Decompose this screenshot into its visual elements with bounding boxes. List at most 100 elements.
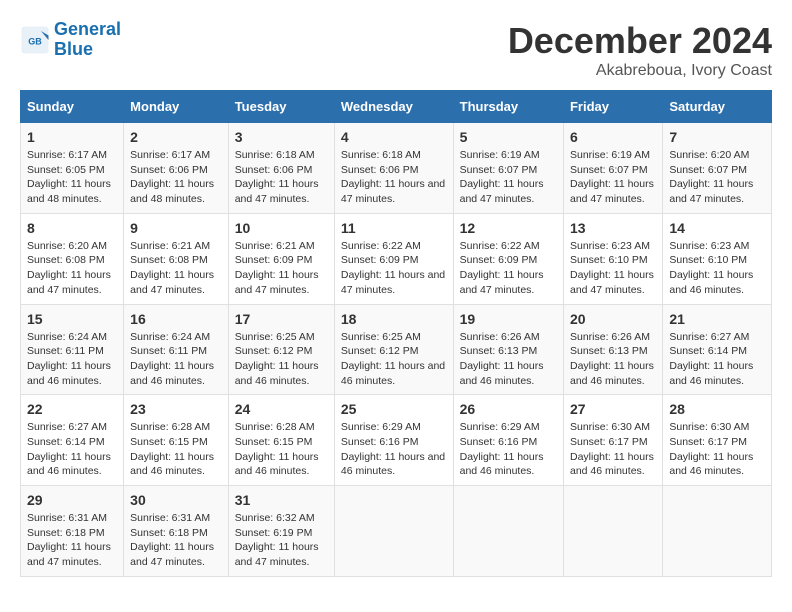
calendar-cell: 29 Sunrise: 6:31 AM Sunset: 6:18 PM Dayl… xyxy=(21,486,124,577)
day-number: 9 xyxy=(130,220,222,236)
day-info: Sunrise: 6:29 AM Sunset: 6:16 PM Dayligh… xyxy=(341,420,447,479)
day-number: 10 xyxy=(235,220,328,236)
day-number: 6 xyxy=(570,129,656,145)
day-info: Sunrise: 6:21 AM Sunset: 6:09 PM Dayligh… xyxy=(235,239,328,298)
day-info: Sunrise: 6:17 AM Sunset: 6:05 PM Dayligh… xyxy=(27,148,117,207)
day-info: Sunrise: 6:30 AM Sunset: 6:17 PM Dayligh… xyxy=(570,420,656,479)
calendar-cell: 11 Sunrise: 6:22 AM Sunset: 6:09 PM Dayl… xyxy=(334,213,453,304)
day-info: Sunrise: 6:19 AM Sunset: 6:07 PM Dayligh… xyxy=(570,148,656,207)
day-number: 3 xyxy=(235,129,328,145)
title-area: December 2024 Akabreboua, Ivory Coast xyxy=(508,20,772,80)
calendar-cell: 13 Sunrise: 6:23 AM Sunset: 6:10 PM Dayl… xyxy=(563,213,662,304)
calendar-cell: 3 Sunrise: 6:18 AM Sunset: 6:06 PM Dayli… xyxy=(228,123,334,214)
header-friday: Friday xyxy=(563,91,662,123)
calendar-cell: 7 Sunrise: 6:20 AM Sunset: 6:07 PM Dayli… xyxy=(663,123,772,214)
calendar-cell: 31 Sunrise: 6:32 AM Sunset: 6:19 PM Dayl… xyxy=(228,486,334,577)
day-number: 16 xyxy=(130,311,222,327)
day-number: 4 xyxy=(341,129,447,145)
calendar-cell: 26 Sunrise: 6:29 AM Sunset: 6:16 PM Dayl… xyxy=(453,395,563,486)
day-number: 8 xyxy=(27,220,117,236)
day-info: Sunrise: 6:19 AM Sunset: 6:07 PM Dayligh… xyxy=(460,148,557,207)
day-number: 21 xyxy=(669,311,765,327)
day-info: Sunrise: 6:18 AM Sunset: 6:06 PM Dayligh… xyxy=(235,148,328,207)
day-number: 12 xyxy=(460,220,557,236)
day-number: 29 xyxy=(27,492,117,508)
header-tuesday: Tuesday xyxy=(228,91,334,123)
calendar-cell: 19 Sunrise: 6:26 AM Sunset: 6:13 PM Dayl… xyxy=(453,304,563,395)
day-number: 15 xyxy=(27,311,117,327)
calendar-cell: 17 Sunrise: 6:25 AM Sunset: 6:12 PM Dayl… xyxy=(228,304,334,395)
calendar-cell: 12 Sunrise: 6:22 AM Sunset: 6:09 PM Dayl… xyxy=(453,213,563,304)
header-wednesday: Wednesday xyxy=(334,91,453,123)
calendar-cell: 20 Sunrise: 6:26 AM Sunset: 6:13 PM Dayl… xyxy=(563,304,662,395)
calendar-cell xyxy=(453,486,563,577)
day-number: 2 xyxy=(130,129,222,145)
month-title: December 2024 xyxy=(508,20,772,62)
day-info: Sunrise: 6:20 AM Sunset: 6:07 PM Dayligh… xyxy=(669,148,765,207)
day-info: Sunrise: 6:24 AM Sunset: 6:11 PM Dayligh… xyxy=(27,330,117,389)
calendar-cell xyxy=(663,486,772,577)
day-info: Sunrise: 6:18 AM Sunset: 6:06 PM Dayligh… xyxy=(341,148,447,207)
day-number: 22 xyxy=(27,401,117,417)
calendar-table: SundayMondayTuesdayWednesdayThursdayFrid… xyxy=(20,90,772,577)
calendar-cell xyxy=(563,486,662,577)
day-number: 20 xyxy=(570,311,656,327)
calendar-cell: 14 Sunrise: 6:23 AM Sunset: 6:10 PM Dayl… xyxy=(663,213,772,304)
week-row-1: 1 Sunrise: 6:17 AM Sunset: 6:05 PM Dayli… xyxy=(21,123,772,214)
day-number: 17 xyxy=(235,311,328,327)
calendar-cell: 8 Sunrise: 6:20 AM Sunset: 6:08 PM Dayli… xyxy=(21,213,124,304)
calendar-cell: 1 Sunrise: 6:17 AM Sunset: 6:05 PM Dayli… xyxy=(21,123,124,214)
calendar-cell: 25 Sunrise: 6:29 AM Sunset: 6:16 PM Dayl… xyxy=(334,395,453,486)
day-info: Sunrise: 6:30 AM Sunset: 6:17 PM Dayligh… xyxy=(669,420,765,479)
day-info: Sunrise: 6:23 AM Sunset: 6:10 PM Dayligh… xyxy=(669,239,765,298)
calendar-cell: 2 Sunrise: 6:17 AM Sunset: 6:06 PM Dayli… xyxy=(124,123,229,214)
logo-text: General Blue xyxy=(54,20,121,60)
day-number: 26 xyxy=(460,401,557,417)
header-saturday: Saturday xyxy=(663,91,772,123)
page-header: GB General Blue December 2024 Akabreboua… xyxy=(20,20,772,80)
logo: GB General Blue xyxy=(20,20,121,60)
day-number: 18 xyxy=(341,311,447,327)
calendar-cell: 15 Sunrise: 6:24 AM Sunset: 6:11 PM Dayl… xyxy=(21,304,124,395)
day-info: Sunrise: 6:23 AM Sunset: 6:10 PM Dayligh… xyxy=(570,239,656,298)
day-number: 13 xyxy=(570,220,656,236)
day-info: Sunrise: 6:28 AM Sunset: 6:15 PM Dayligh… xyxy=(130,420,222,479)
calendar-cell: 4 Sunrise: 6:18 AM Sunset: 6:06 PM Dayli… xyxy=(334,123,453,214)
calendar-cell: 27 Sunrise: 6:30 AM Sunset: 6:17 PM Dayl… xyxy=(563,395,662,486)
day-info: Sunrise: 6:24 AM Sunset: 6:11 PM Dayligh… xyxy=(130,330,222,389)
week-row-4: 22 Sunrise: 6:27 AM Sunset: 6:14 PM Dayl… xyxy=(21,395,772,486)
day-number: 14 xyxy=(669,220,765,236)
day-info: Sunrise: 6:32 AM Sunset: 6:19 PM Dayligh… xyxy=(235,511,328,570)
day-info: Sunrise: 6:27 AM Sunset: 6:14 PM Dayligh… xyxy=(27,420,117,479)
day-info: Sunrise: 6:29 AM Sunset: 6:16 PM Dayligh… xyxy=(460,420,557,479)
header-monday: Monday xyxy=(124,91,229,123)
calendar-cell: 5 Sunrise: 6:19 AM Sunset: 6:07 PM Dayli… xyxy=(453,123,563,214)
day-number: 25 xyxy=(341,401,447,417)
calendar-cell: 24 Sunrise: 6:28 AM Sunset: 6:15 PM Dayl… xyxy=(228,395,334,486)
calendar-cell xyxy=(334,486,453,577)
calendar-cell: 16 Sunrise: 6:24 AM Sunset: 6:11 PM Dayl… xyxy=(124,304,229,395)
svg-text:GB: GB xyxy=(28,36,42,46)
day-info: Sunrise: 6:17 AM Sunset: 6:06 PM Dayligh… xyxy=(130,148,222,207)
day-number: 30 xyxy=(130,492,222,508)
day-info: Sunrise: 6:27 AM Sunset: 6:14 PM Dayligh… xyxy=(669,330,765,389)
day-info: Sunrise: 6:22 AM Sunset: 6:09 PM Dayligh… xyxy=(341,239,447,298)
day-info: Sunrise: 6:26 AM Sunset: 6:13 PM Dayligh… xyxy=(570,330,656,389)
day-info: Sunrise: 6:25 AM Sunset: 6:12 PM Dayligh… xyxy=(341,330,447,389)
day-number: 11 xyxy=(341,220,447,236)
day-number: 5 xyxy=(460,129,557,145)
day-info: Sunrise: 6:25 AM Sunset: 6:12 PM Dayligh… xyxy=(235,330,328,389)
calendar-cell: 9 Sunrise: 6:21 AM Sunset: 6:08 PM Dayli… xyxy=(124,213,229,304)
day-info: Sunrise: 6:20 AM Sunset: 6:08 PM Dayligh… xyxy=(27,239,117,298)
day-number: 28 xyxy=(669,401,765,417)
week-row-5: 29 Sunrise: 6:31 AM Sunset: 6:18 PM Dayl… xyxy=(21,486,772,577)
day-info: Sunrise: 6:26 AM Sunset: 6:13 PM Dayligh… xyxy=(460,330,557,389)
calendar-cell: 10 Sunrise: 6:21 AM Sunset: 6:09 PM Dayl… xyxy=(228,213,334,304)
calendar-cell: 6 Sunrise: 6:19 AM Sunset: 6:07 PM Dayli… xyxy=(563,123,662,214)
day-info: Sunrise: 6:31 AM Sunset: 6:18 PM Dayligh… xyxy=(130,511,222,570)
day-info: Sunrise: 6:28 AM Sunset: 6:15 PM Dayligh… xyxy=(235,420,328,479)
week-row-2: 8 Sunrise: 6:20 AM Sunset: 6:08 PM Dayli… xyxy=(21,213,772,304)
header-row: SundayMondayTuesdayWednesdayThursdayFrid… xyxy=(21,91,772,123)
calendar-cell: 21 Sunrise: 6:27 AM Sunset: 6:14 PM Dayl… xyxy=(663,304,772,395)
calendar-cell: 28 Sunrise: 6:30 AM Sunset: 6:17 PM Dayl… xyxy=(663,395,772,486)
